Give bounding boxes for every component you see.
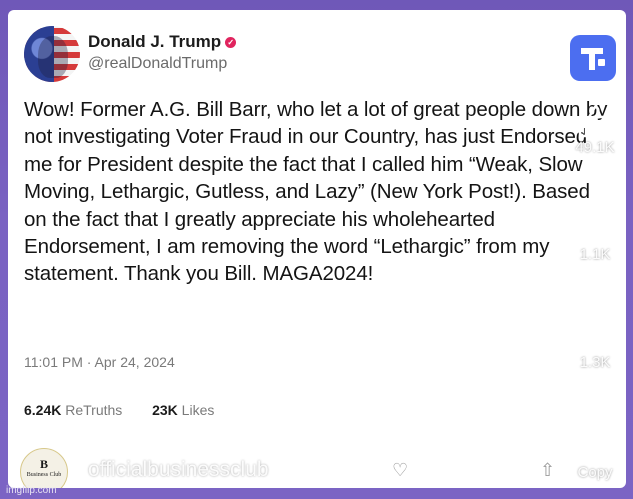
instagram-icon <box>274 459 293 477</box>
account-avatar[interactable]: B Business Club <box>20 448 68 488</box>
reel-footer: B Business Club officialbusinessclub ♡ ⇧ <box>8 440 626 488</box>
imgflip-watermark: imgflip.com <box>6 485 57 496</box>
author-avatar[interactable] <box>24 26 80 82</box>
account-name-row[interactable]: officialbusinessclub <box>88 458 293 482</box>
verified-badge-icon: ✓ <box>225 37 237 48</box>
share-icon[interactable]: ⇧ <box>540 460 555 481</box>
share-count: 1.3K <box>579 354 611 371</box>
post-text: Wow! Former A.G. Bill Barr, who let a lo… <box>24 98 608 286</box>
truth-social-logo-icon <box>570 35 616 81</box>
like-count: 49.1K <box>575 139 615 156</box>
author-name-row[interactable]: Donald J. Trump ✓ <box>88 32 237 52</box>
heart-icon[interactable]: ♡ <box>392 460 408 481</box>
like-icon <box>578 105 613 138</box>
post-card: Donald J. Trump ✓ @realDonaldTrump Wow! F… <box>8 10 626 488</box>
post-timestamp[interactable]: 11:01 PM · Apr 24, 2024 <box>24 354 175 370</box>
badge-text: Business Club <box>26 472 62 478</box>
avatar-portrait <box>38 36 68 78</box>
badge-letter: B <box>39 457 48 471</box>
copy-link-action[interactable]: Copy <box>560 428 630 481</box>
comment-icon <box>578 212 612 244</box>
account-name[interactable]: officialbusinessclub <box>88 458 269 481</box>
share-action[interactable]: 1.3K <box>560 318 630 371</box>
like-action[interactable]: 49.1K <box>560 103 630 156</box>
likes-label[interactable]: Likes <box>182 402 215 418</box>
retruths-label[interactable]: ReTruths <box>65 402 122 418</box>
copy-label: Copy <box>577 464 613 481</box>
author-name[interactable]: Donald J. Trump <box>88 32 221 51</box>
retruths-count[interactable]: 6.24K <box>24 402 61 418</box>
comment-count: 1.1K <box>579 246 611 263</box>
comment-action[interactable]: 1.1K <box>560 210 630 263</box>
author-handle[interactable]: @realDonaldTrump <box>88 55 227 73</box>
post-stats: 6.24K ReTruths 23K Likes <box>24 402 214 418</box>
copy-link-icon <box>581 429 614 463</box>
likes-count[interactable]: 23K <box>152 402 178 418</box>
share-icon <box>577 321 613 351</box>
